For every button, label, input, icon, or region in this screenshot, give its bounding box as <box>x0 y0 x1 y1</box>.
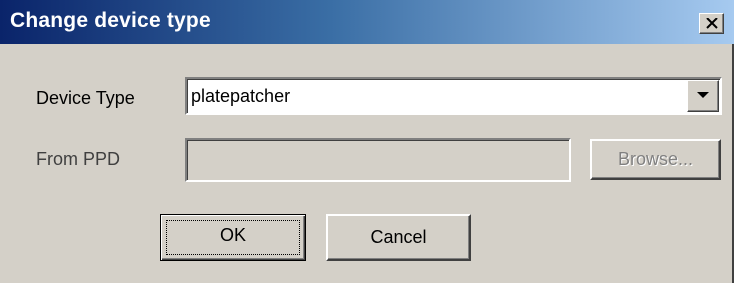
device-type-label: Device Type <box>36 88 135 108</box>
close-x-icon <box>706 18 718 29</box>
change-device-type-dialog: Change device type Device Type platepatc… <box>0 0 734 283</box>
from-ppd-input[interactable] <box>185 138 571 182</box>
from-ppd-label: From PPD <box>36 149 121 169</box>
device-type-combobox[interactable]: platepatcher <box>185 77 722 115</box>
close-button[interactable] <box>699 13 724 34</box>
chevron-down-icon <box>697 92 709 98</box>
cancel-button[interactable]: Cancel <box>326 214 471 261</box>
dialog-title: Change device type <box>10 9 211 32</box>
title-bar[interactable]: Change device type <box>0 0 734 44</box>
browse-button[interactable]: Browse... <box>590 139 721 180</box>
ok-button[interactable]: OK <box>160 214 306 261</box>
device-type-dropdown-button[interactable] <box>687 80 719 112</box>
focus-rectangle <box>166 220 300 255</box>
device-type-value: platepatcher <box>191 86 291 106</box>
